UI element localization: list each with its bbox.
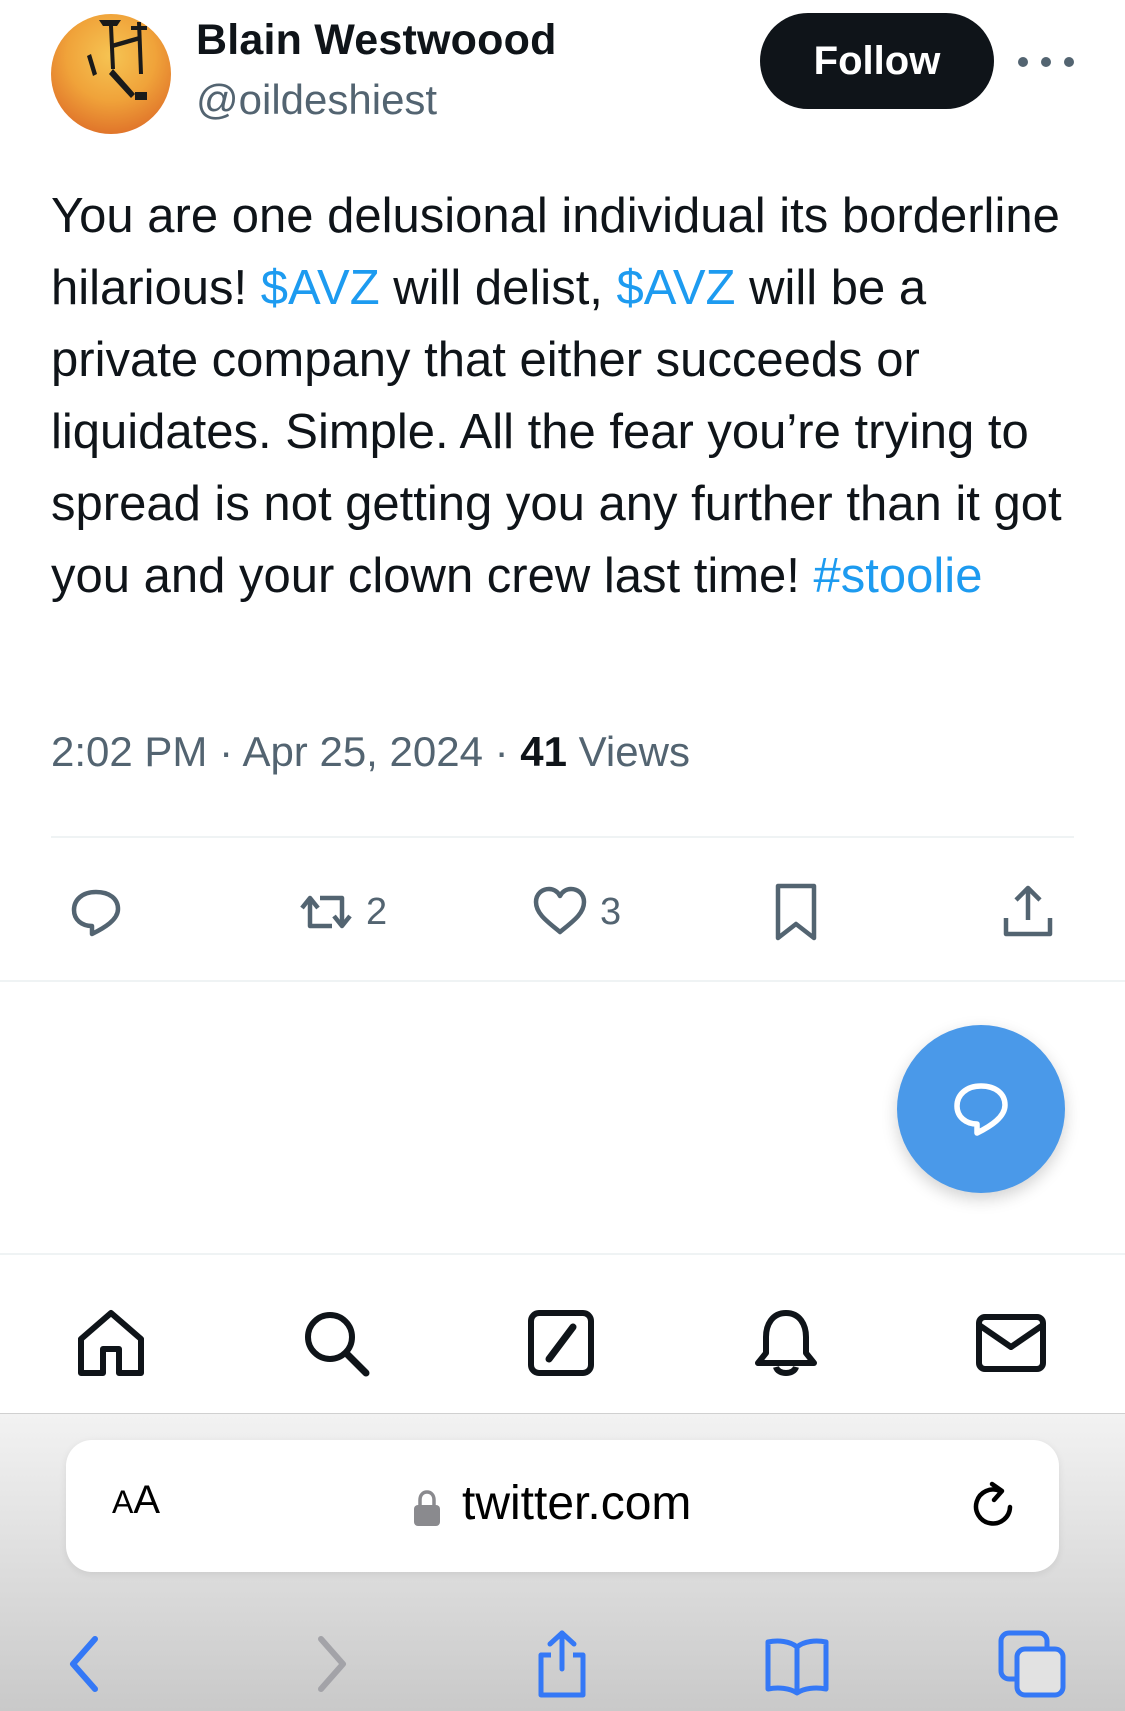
meta-separator: · <box>482 728 521 775</box>
dot-icon <box>1041 57 1051 67</box>
follow-button[interactable]: Follow <box>760 13 994 109</box>
safari-toolbar: AA twitter.com <box>0 1413 1125 1711</box>
forward-button[interactable] <box>290 1624 370 1704</box>
meta-separator: · <box>207 728 243 775</box>
tweet-header: Blain Westwoood @oildeshiest Follow <box>0 0 1125 150</box>
avatar[interactable] <box>51 14 171 134</box>
views-label: Views <box>578 728 690 775</box>
address-bar[interactable]: AA twitter.com <box>66 1440 1059 1572</box>
share-icon <box>1003 885 1053 937</box>
heart-icon <box>533 886 587 935</box>
retweet-count: 2 <box>366 890 388 933</box>
floating-reply-button[interactable] <box>897 1025 1065 1193</box>
lock-icon <box>414 1490 440 1526</box>
tweet-time[interactable]: 2:02 PM <box>51 728 207 775</box>
reload-icon[interactable] <box>966 1480 1020 1534</box>
reply-button[interactable] <box>66 882 126 942</box>
retweet-button[interactable]: 2 <box>296 882 387 942</box>
like-count: 3 <box>600 890 622 933</box>
url-text[interactable]: twitter.com <box>462 1476 691 1531</box>
reply-icon <box>71 889 121 937</box>
reply-icon <box>954 1083 1008 1136</box>
views-count: 41 <box>520 728 567 775</box>
like-button[interactable]: 3 <box>530 882 621 942</box>
tab-search[interactable] <box>298 1305 374 1381</box>
dot-icon <box>1018 57 1028 67</box>
chevron-left-icon <box>70 1636 98 1692</box>
tab-home[interactable] <box>73 1305 149 1381</box>
tab-notifications[interactable] <box>748 1305 824 1381</box>
grok-icon <box>528 1310 594 1376</box>
dot-icon <box>1064 57 1074 67</box>
more-options-icon[interactable] <box>1018 42 1074 82</box>
chevron-right-icon <box>318 1636 346 1692</box>
bottom-tab-bar <box>0 1253 1125 1413</box>
bookmark-icon <box>775 883 817 941</box>
tab-messages[interactable] <box>973 1305 1049 1381</box>
search-icon <box>305 1312 370 1377</box>
hashtag-link[interactable]: #stoolie <box>814 549 983 603</box>
notifications-icon <box>755 1310 817 1376</box>
bookmark-button[interactable] <box>766 882 826 942</box>
book-icon <box>765 1638 829 1696</box>
tweet-date[interactable]: Apr 25, 2024 <box>242 728 483 775</box>
bookmarks-button[interactable] <box>757 1624 837 1704</box>
tweet-text-segment: will delist, <box>379 261 617 315</box>
back-button[interactable] <box>46 1624 126 1704</box>
tabs-icon <box>998 1630 1066 1698</box>
tweet-actions: 2 3 <box>0 860 1125 960</box>
divider <box>51 836 1074 838</box>
tabs-button[interactable] <box>992 1624 1072 1704</box>
share-icon <box>538 1630 586 1698</box>
cashtag-link[interactable]: $AVZ <box>261 261 380 315</box>
aa-small-label: A <box>112 1484 134 1520</box>
share-button[interactable] <box>998 882 1058 942</box>
cashtag-link[interactable]: $AVZ <box>617 261 736 315</box>
tab-grok[interactable] <box>523 1305 599 1381</box>
author-handle[interactable]: @oildeshiest <box>196 76 437 124</box>
divider <box>0 980 1125 982</box>
aa-big-label: A <box>133 1478 161 1522</box>
oil-rig-silhouette-icon <box>87 20 147 100</box>
retweet-icon <box>300 895 352 929</box>
messages-icon <box>976 1314 1046 1372</box>
page-settings-button[interactable]: AA <box>112 1478 160 1523</box>
tweet-meta: 2:02 PM · Apr 25, 2024 · 41 Views <box>51 728 690 776</box>
author-display-name[interactable]: Blain Westwoood <box>196 16 557 65</box>
share-sheet-button[interactable] <box>522 1624 602 1704</box>
home-icon <box>78 1310 144 1376</box>
tweet-text: You are one delusional individual its bo… <box>51 180 1081 612</box>
